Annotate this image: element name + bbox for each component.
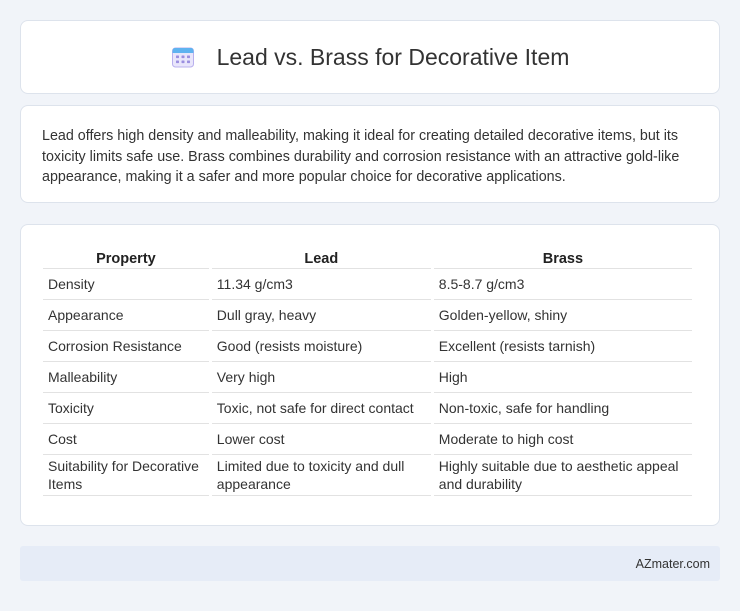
table-row: Malleability Very high High bbox=[43, 362, 692, 393]
cell-brass: Excellent (resists tarnish) bbox=[433, 331, 692, 362]
cell-lead: 11.34 g/cm3 bbox=[211, 269, 431, 300]
footer-site-link[interactable]: AZmater.com bbox=[636, 557, 710, 571]
comparison-card: Property Lead Brass Density 11.34 g/cm3 … bbox=[20, 224, 720, 526]
table-header-row: Property Lead Brass bbox=[43, 243, 692, 269]
cell-property: Appearance bbox=[43, 300, 209, 331]
cell-brass: Moderate to high cost bbox=[433, 424, 692, 455]
cell-lead: Very high bbox=[211, 362, 431, 393]
cell-brass: Golden-yellow, shiny bbox=[433, 300, 692, 331]
cell-brass: Non-toxic, safe for handling bbox=[433, 393, 692, 424]
cell-property: Malleability bbox=[43, 362, 209, 393]
table-row: Toxicity Toxic, not safe for direct cont… bbox=[43, 393, 692, 424]
table-row: Cost Lower cost Moderate to high cost bbox=[43, 424, 692, 455]
intro-card: Lead offers high density and malleabilit… bbox=[20, 105, 720, 203]
cell-lead: Dull gray, heavy bbox=[211, 300, 431, 331]
cell-property: Density bbox=[43, 269, 209, 300]
cell-brass: 8.5-8.7 g/cm3 bbox=[433, 269, 692, 300]
cell-lead: Lower cost bbox=[211, 424, 431, 455]
cell-property: Toxicity bbox=[43, 393, 209, 424]
calendar-icon bbox=[171, 45, 195, 69]
table-row: Suitability for Decorative Items Limited… bbox=[43, 455, 692, 496]
cell-property: Suitability for Decorative Items bbox=[43, 455, 209, 496]
title-wrap: Lead vs. Brass for Decorative Item bbox=[171, 43, 570, 71]
cell-property: Cost bbox=[43, 424, 209, 455]
header-brass: Brass bbox=[433, 243, 692, 269]
table-row: Density 11.34 g/cm3 8.5-8.7 g/cm3 bbox=[43, 269, 692, 300]
title-card: Lead vs. Brass for Decorative Item bbox=[20, 20, 720, 94]
cell-lead: Good (resists moisture) bbox=[211, 331, 431, 362]
header-lead: Lead bbox=[211, 243, 431, 269]
cell-property: Corrosion Resistance bbox=[43, 331, 209, 362]
intro-text: Lead offers high density and malleabilit… bbox=[42, 128, 680, 185]
header-property: Property bbox=[43, 243, 209, 269]
cell-brass: High bbox=[433, 362, 692, 393]
cell-lead: Limited due to toxicity and dull appeara… bbox=[211, 455, 431, 496]
cell-brass: Highly suitable due to aesthetic appeal … bbox=[433, 455, 692, 496]
table-row: Corrosion Resistance Good (resists moist… bbox=[43, 331, 692, 362]
page-title: Lead vs. Brass for Decorative Item bbox=[216, 43, 570, 70]
comparison-table: Property Lead Brass Density 11.34 g/cm3 … bbox=[40, 243, 695, 496]
cell-lead: Toxic, not safe for direct contact bbox=[211, 393, 431, 424]
table-row: Appearance Dull gray, heavy Golden-yello… bbox=[43, 300, 692, 331]
footer-bar: AZmater.com bbox=[20, 546, 720, 581]
